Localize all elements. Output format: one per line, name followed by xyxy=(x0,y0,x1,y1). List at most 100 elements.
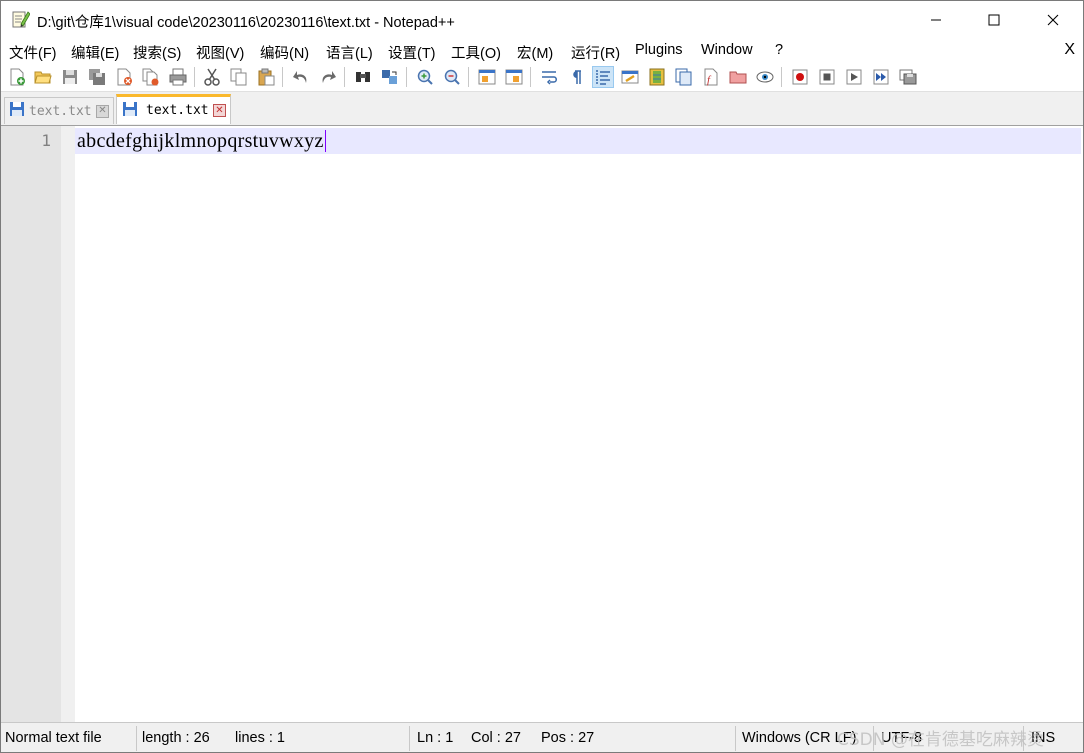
doc-list-button[interactable] xyxy=(673,66,695,88)
sync-horizontal-button[interactable] xyxy=(503,66,525,88)
replace-icon xyxy=(382,70,397,84)
tab-label: text.txt xyxy=(29,103,92,119)
status-col: Col : 27 xyxy=(471,730,521,746)
redo-button[interactable] xyxy=(317,66,339,88)
minimize-icon xyxy=(931,19,941,21)
window-title: D:\git\仓库1\visual code\20230116\20230116… xyxy=(37,15,455,31)
cut-button[interactable] xyxy=(201,66,223,88)
status-file-type: Normal text file xyxy=(5,730,102,746)
notepadpp-window: D:\git\仓库1\visual code\20230116\20230116… xyxy=(0,0,1084,753)
zoom-out-button[interactable] xyxy=(441,66,463,88)
save-icon xyxy=(63,70,77,84)
menu-tools[interactable]: 工具(O) xyxy=(451,42,501,63)
toolbar-separator xyxy=(282,67,283,87)
close-document-button[interactable]: X xyxy=(1064,41,1075,59)
toolbar-separator xyxy=(194,67,195,87)
copy-icon xyxy=(230,68,247,86)
run-macro-multiple-button[interactable] xyxy=(870,66,892,88)
show-all-chars-button[interactable] xyxy=(565,66,587,88)
editor-text: abcdefghijklmnopqrstuvwxyz xyxy=(77,130,324,152)
menu-window[interactable]: Window xyxy=(701,42,753,58)
doc-map-button[interactable] xyxy=(646,66,668,88)
stop-macro-button[interactable] xyxy=(816,66,838,88)
play-macro-button[interactable] xyxy=(843,66,865,88)
minimize-button[interactable] xyxy=(913,1,959,39)
monitoring-icon xyxy=(756,71,774,83)
stop-macro-icon xyxy=(819,69,835,85)
menu-edit[interactable]: 编辑(E) xyxy=(71,42,119,63)
status-pos: Pos : 27 xyxy=(541,730,595,746)
close-file-button[interactable] xyxy=(113,66,135,88)
folder-workspace-button[interactable] xyxy=(727,66,749,88)
folder-workspace-icon xyxy=(729,71,747,84)
copy-button[interactable] xyxy=(228,66,250,88)
title-bar[interactable]: D:\git\仓库1\visual code\20230116\20230116… xyxy=(1,1,1083,39)
find-button[interactable] xyxy=(352,66,374,88)
close-window-button[interactable] xyxy=(1030,1,1076,39)
monitoring-button[interactable] xyxy=(754,66,776,88)
notepadpp-icon xyxy=(10,9,31,29)
menu-file[interactable]: 文件(F) xyxy=(9,42,57,63)
tab-label: text.txt xyxy=(146,103,209,118)
menu-bar: 文件(F) 编辑(E) 搜索(S) 视图(V) 编码(N) 语言(L) 设置(T… xyxy=(1,39,1083,63)
editor-area[interactable]: 1 abcdefghijklmnopqrstuvwxyz xyxy=(1,125,1083,723)
menu-language[interactable]: 语言(L) xyxy=(326,42,373,63)
fold-margin xyxy=(61,126,75,723)
indent-guide-button[interactable] xyxy=(592,66,614,88)
save-icon xyxy=(122,101,138,121)
new-file-button[interactable] xyxy=(6,66,28,88)
close-icon xyxy=(1047,14,1059,26)
zoom-in-button[interactable] xyxy=(414,66,436,88)
tab-bar: text.txt ✕ text.txt ✕ xyxy=(1,92,1083,125)
maximize-button[interactable] xyxy=(971,1,1017,39)
toolbar: f xyxy=(1,63,1083,92)
status-ln: Ln : 1 xyxy=(417,730,454,746)
tab-close-icon[interactable]: ✕ xyxy=(213,104,226,117)
menu-search[interactable]: 搜索(S) xyxy=(133,42,181,63)
menu-help[interactable]: ? xyxy=(775,42,783,58)
open-file-icon xyxy=(34,71,52,84)
open-file-button[interactable] xyxy=(32,66,54,88)
word-wrap-button[interactable] xyxy=(538,66,560,88)
close-all-button[interactable] xyxy=(140,66,162,88)
record-macro-button[interactable] xyxy=(789,66,811,88)
toolbar-separator xyxy=(406,67,407,87)
udl-button[interactable] xyxy=(619,66,641,88)
menu-run[interactable]: 运行(R) xyxy=(571,42,620,63)
status-lines: lines : 1 xyxy=(235,730,285,746)
show-all-chars-icon xyxy=(573,70,581,84)
cut-icon xyxy=(204,68,220,86)
sync-horizontal-icon xyxy=(505,69,523,85)
text-caret xyxy=(324,130,326,152)
tab-close-icon[interactable]: ✕ xyxy=(96,104,109,118)
save-macro-button[interactable] xyxy=(897,66,919,88)
find-icon xyxy=(356,72,370,82)
status-length: length : 26 xyxy=(142,730,210,746)
save-icon xyxy=(9,101,25,121)
paste-button[interactable] xyxy=(255,66,277,88)
menu-encoding[interactable]: 编码(N) xyxy=(260,42,309,63)
save-all-button[interactable] xyxy=(86,66,108,88)
zoom-out-icon xyxy=(444,69,460,85)
tab-text-txt-inactive[interactable]: text.txt ✕ xyxy=(4,97,114,124)
function-list-button[interactable]: f xyxy=(700,66,722,88)
sync-vertical-icon xyxy=(478,69,496,85)
menu-macro[interactable]: 宏(M) xyxy=(517,42,553,63)
menu-settings[interactable]: 设置(T) xyxy=(388,42,436,63)
undo-button[interactable] xyxy=(290,66,312,88)
doc-map-icon xyxy=(649,68,665,86)
print-button[interactable] xyxy=(167,66,189,88)
sync-vertical-button[interactable] xyxy=(476,66,498,88)
word-wrap-icon xyxy=(542,71,557,85)
toolbar-separator xyxy=(781,67,782,87)
menu-view[interactable]: 视图(V) xyxy=(196,42,244,63)
tab-text-txt-active[interactable]: text.txt ✕ xyxy=(116,94,231,124)
menu-plugins[interactable]: Plugins xyxy=(635,42,683,58)
paste-icon xyxy=(258,68,275,86)
replace-button[interactable] xyxy=(379,66,401,88)
watermark: CSDN @在肯德基吃麻辣烫 xyxy=(837,730,1044,750)
editor-line-1[interactable]: abcdefghijklmnopqrstuvwxyz xyxy=(77,130,326,153)
status-separator xyxy=(735,726,736,751)
doc-list-icon xyxy=(675,68,692,86)
save-button[interactable] xyxy=(59,66,81,88)
